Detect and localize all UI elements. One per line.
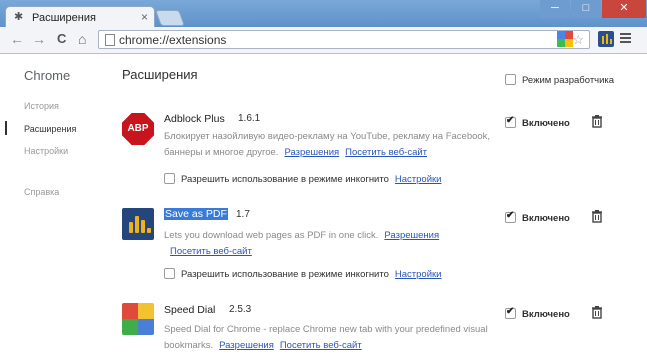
extension-description: Lets you download web pages as PDF in on… xyxy=(164,230,440,257)
settings-link[interactable]: Настройки xyxy=(395,269,442,280)
tab-title: Расширения xyxy=(32,12,96,24)
sidebar-active-marker xyxy=(5,121,7,135)
enabled-checkbox[interactable] xyxy=(505,115,516,128)
enabled-checkbox[interactable] xyxy=(505,210,516,223)
extension-version: 2.5.3 xyxy=(229,304,252,315)
enabled-toggle[interactable]: Включено xyxy=(505,306,570,320)
home-icon[interactable]: ⌂ xyxy=(78,32,86,46)
url-text: chrome://extensions xyxy=(119,33,227,47)
extension-description: Speed Dial for Chrome - replace Chrome n… xyxy=(164,324,488,351)
incognito-checkbox[interactable] xyxy=(164,268,175,279)
close-window-button[interactable]: ✕ xyxy=(602,0,646,18)
adblock-plus-icon: ABP xyxy=(122,113,154,145)
page-title: Расширения xyxy=(122,67,198,82)
save-as-pdf-toolbar-icon[interactable] xyxy=(598,31,614,47)
page-icon xyxy=(105,34,115,46)
bookmark-star-icon[interactable]: ☆ xyxy=(572,32,584,48)
enabled-toggle[interactable]: Включено xyxy=(505,210,570,224)
developer-mode-label: Режим разработчика xyxy=(522,75,615,86)
enabled-toggle[interactable]: Включено xyxy=(505,115,570,129)
enabled-checkbox[interactable] xyxy=(505,306,516,319)
sidebar-item-settings[interactable]: Настройки xyxy=(24,146,68,156)
visit-website-link[interactable]: Посетить веб-сайт xyxy=(170,246,252,257)
extension-name: Adblock Plus xyxy=(164,113,225,125)
sidebar-item-history[interactable]: История xyxy=(24,101,59,111)
maximize-button[interactable]: □ xyxy=(571,0,601,18)
address-bar[interactable]: chrome://extensions ☆ xyxy=(98,30,590,49)
extension-name: Speed Dial xyxy=(164,304,216,316)
browser-toolbar: ← → C ⌂ chrome://extensions ☆ xyxy=(0,27,647,54)
save-as-pdf-icon xyxy=(122,208,154,240)
permissions-link[interactable]: Разрешения xyxy=(384,230,439,241)
visit-website-link[interactable]: Посетить веб-сайт xyxy=(345,147,427,158)
tab-close-button[interactable]: × xyxy=(141,10,148,24)
speed-dial-icon xyxy=(122,303,154,335)
extension-name: Save as PDF xyxy=(164,208,228,220)
developer-mode-toggle[interactable]: Режим разработчика xyxy=(505,74,614,86)
extension-version: 1.7 xyxy=(236,209,250,220)
puzzle-icon: ✱ xyxy=(14,11,24,23)
visit-website-link[interactable]: Посетить веб-сайт xyxy=(280,340,362,351)
trash-icon[interactable] xyxy=(590,114,604,128)
sidebar-title: Chrome xyxy=(24,68,71,83)
minimize-button[interactable]: ─ xyxy=(540,0,570,18)
trash-icon[interactable] xyxy=(590,305,604,319)
tab-extensions[interactable]: ✱ Расширения × xyxy=(5,6,155,27)
incognito-option[interactable]: Разрешить использование в режиме инкогни… xyxy=(164,268,442,280)
forward-arrow-icon[interactable]: → xyxy=(32,32,46,46)
developer-mode-checkbox[interactable] xyxy=(505,74,516,85)
incognito-checkbox[interactable] xyxy=(164,173,175,184)
menu-icon[interactable] xyxy=(620,33,631,45)
permissions-link[interactable]: Разрешения xyxy=(284,147,339,158)
permissions-link[interactable]: Разрешения xyxy=(219,340,274,351)
incognito-option[interactable]: Разрешить использование в режиме инкогни… xyxy=(164,173,442,185)
settings-link[interactable]: Настройки xyxy=(395,174,442,185)
extension-description: Блокирует назойливую видео-рекламу на Yo… xyxy=(164,131,491,158)
title-bar: ✱ Расширения × ─ □ ✕ xyxy=(0,0,647,27)
new-tab-button[interactable] xyxy=(155,10,185,26)
speed-dial-toolbar-icon[interactable] xyxy=(557,31,573,47)
sidebar-item-extensions[interactable]: Расширения xyxy=(24,124,76,134)
back-arrow-icon[interactable]: ← xyxy=(10,32,24,46)
sidebar-item-help[interactable]: Справка xyxy=(24,187,59,197)
extension-version: 1.6.1 xyxy=(238,113,261,124)
reload-icon[interactable]: C xyxy=(57,32,66,46)
trash-icon[interactable] xyxy=(590,209,604,223)
